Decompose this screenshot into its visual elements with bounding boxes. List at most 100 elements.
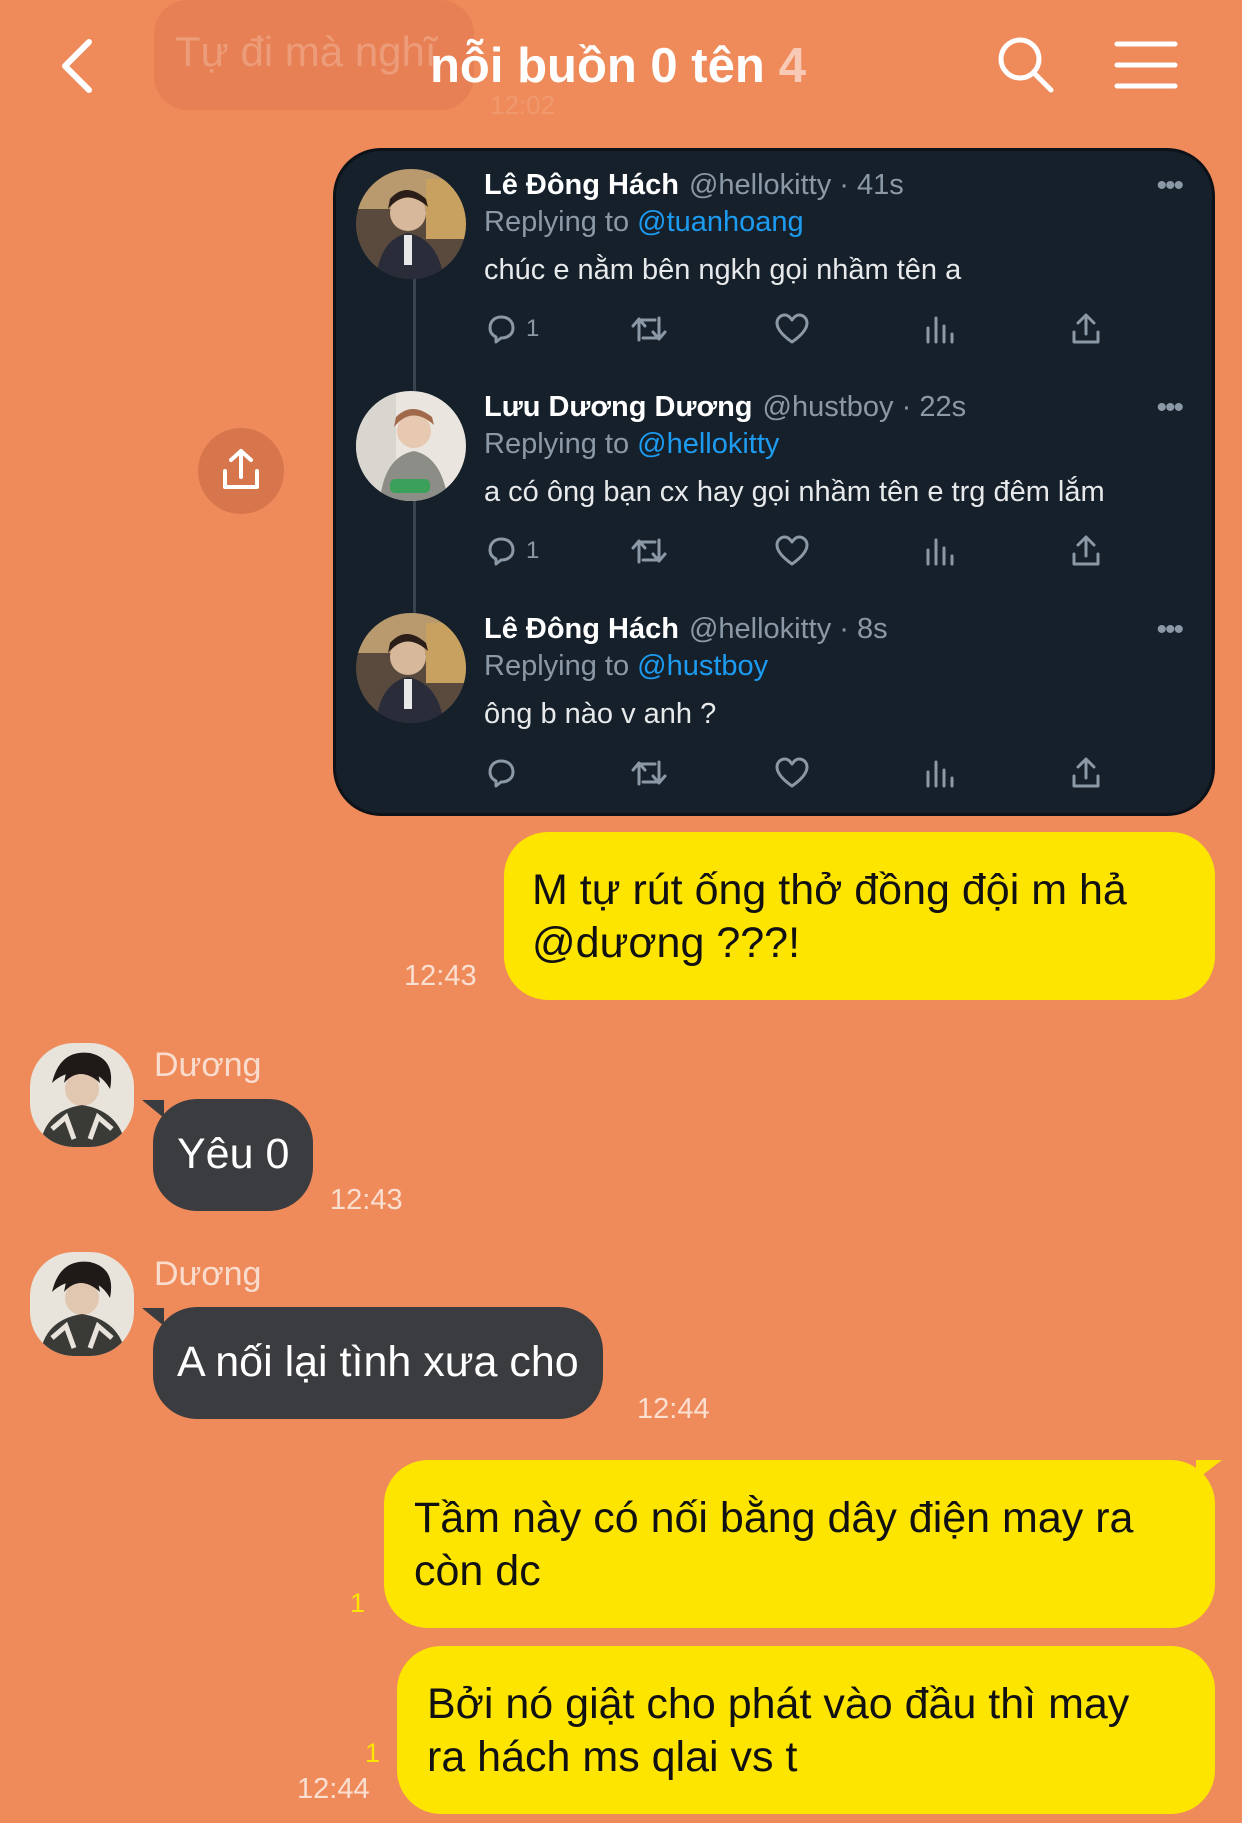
mention-link: @tuanhoang	[637, 206, 804, 238]
analytics-icon	[926, 316, 954, 344]
reply-icon	[488, 759, 515, 788]
tweet-text: chúc e nằm bên ngkh gọi nhầm tên a	[484, 254, 962, 286]
analytics-icon	[926, 538, 954, 566]
message-time: 12:44	[637, 1393, 710, 1425]
message-time: 12:43	[404, 960, 477, 992]
tweet-text: ông b nào v anh ?	[484, 698, 717, 730]
unread-count: 1	[365, 1738, 381, 1768]
tweet-author-name: Lê Đông Hách	[484, 613, 679, 645]
share-action	[1070, 755, 1102, 791]
tweet-screenshot-image[interactable]: Lê Đông Hách @hellokitty · 41s ••• Replyi…	[333, 148, 1215, 816]
replying-to: Replying to @hellokitty	[484, 428, 779, 461]
message-text-line: còn dc	[414, 1547, 541, 1595]
my-message-bubble[interactable]: M tự rút ống thở đồng đội m hả @dương ??…	[504, 832, 1215, 1000]
share-icon	[1072, 313, 1100, 344]
avatar	[356, 169, 466, 279]
chat-title: nỗi buồn 0 tên 4	[430, 38, 806, 94]
replying-label: Replying to	[484, 650, 630, 682]
message-time: 12:43	[330, 1184, 403, 1216]
hamburger-menu-icon	[1114, 41, 1178, 89]
more-icon: •••	[1156, 169, 1183, 202]
tweet: Lê Đông Hách @hellokitty · 8s ••• Replyin…	[336, 595, 1212, 813]
unread-count: 1	[350, 1588, 366, 1618]
tweet-header: Lê Đông Hách @hellokitty · 8s	[484, 613, 888, 646]
search-button[interactable]	[995, 34, 1057, 96]
reply-count: 1	[526, 537, 540, 564]
tweet-handle: @hellokitty · 41s	[688, 169, 904, 201]
message-text-line: Tầm này có nối bằng dây điện may ra	[414, 1494, 1134, 1542]
their-message-bubble[interactable]: Yêu 0	[153, 1099, 314, 1211]
heart-icon	[775, 313, 809, 344]
retweet-icon	[631, 538, 667, 564]
message-text-line: Bởi nó giật cho phát vào đầu thì may	[427, 1680, 1130, 1728]
tweet-actions	[484, 755, 1144, 795]
tweet-handle: @hustboy · 22s	[762, 391, 967, 423]
reply-action: 1	[484, 311, 539, 347]
chat-title-text: nỗi buồn 0 tên	[430, 39, 765, 93]
my-message-bubble[interactable]: Tầm này có nối bằng dây điện may ra còn …	[384, 1460, 1215, 1628]
back-button[interactable]	[55, 36, 105, 96]
share-icon	[1072, 535, 1100, 566]
message-text-line: M tự rút ống thở đồng đội m hả	[532, 866, 1127, 914]
avatar[interactable]	[30, 1252, 134, 1356]
menu-button[interactable]	[1114, 38, 1178, 92]
heart-icon	[775, 535, 809, 566]
reply-icon	[488, 537, 515, 566]
analytics-action	[924, 755, 956, 791]
reply-icon	[488, 315, 515, 344]
replying-label: Replying to	[484, 428, 630, 460]
replying-to: Replying to @hustboy	[484, 650, 768, 683]
tweet-actions: 1	[484, 311, 1144, 351]
tweet-author-name: Lưu Dương Dương	[484, 391, 753, 423]
retweet-icon	[631, 760, 667, 786]
sender-name: Dương	[154, 1255, 262, 1293]
tweet: Lưu Dương Dương @hustboy · 22s ••• Replyi…	[336, 373, 1212, 613]
message-time: 12:44	[297, 1773, 370, 1805]
avatar[interactable]	[30, 1043, 134, 1147]
member-count: 4	[778, 39, 807, 93]
message-text-line: ra hách ms qlai vs t	[427, 1733, 798, 1781]
bubble-tail	[142, 1100, 164, 1118]
replying-label: Replying to	[484, 206, 630, 238]
tweet-actions: 1	[484, 533, 1144, 573]
search-icon	[998, 37, 1054, 93]
reply-action: 1	[484, 533, 539, 569]
tweet-author-name: Lê Đông Hách	[484, 169, 679, 201]
their-message-bubble[interactable]: A nối lại tình xưa cho	[153, 1307, 603, 1419]
avatar	[356, 613, 466, 723]
tweet-text: a có ông bạn cx hay gọi nhầm tên e trg đ…	[484, 476, 1105, 508]
chevron-left-icon	[62, 39, 92, 93]
share-action	[1070, 533, 1102, 569]
tweet-header: Lưu Dương Dương @hustboy · 22s	[484, 391, 966, 424]
retweet-action	[629, 755, 669, 791]
analytics-action	[924, 533, 956, 569]
tweet-header: Lê Đông Hách @hellokitty · 41s	[484, 169, 904, 202]
replying-to: Replying to @tuanhoang	[484, 206, 804, 239]
share-icon	[1072, 757, 1100, 788]
tweet: Lê Đông Hách @hellokitty · 41s ••• Replyi…	[336, 151, 1212, 391]
pinned-notice-text: Tự đi mà nghĩ	[175, 28, 437, 75]
like-action	[774, 533, 810, 569]
avatar	[356, 391, 466, 501]
share-icon	[223, 449, 259, 489]
like-action	[774, 755, 810, 791]
more-icon: •••	[1156, 613, 1183, 646]
more-icon: •••	[1156, 391, 1183, 424]
mention-link: @hellokitty	[637, 428, 780, 460]
share-action	[1070, 311, 1102, 347]
reply-count: 1	[526, 315, 540, 342]
analytics-icon	[926, 760, 954, 788]
analytics-action	[924, 311, 956, 347]
sender-name: Dương	[154, 1046, 262, 1084]
bubble-tail	[142, 1308, 164, 1326]
tweet-handle: @hellokitty · 8s	[688, 613, 888, 645]
retweet-icon	[631, 316, 667, 342]
reply-action	[484, 755, 526, 791]
retweet-action	[629, 533, 669, 569]
heart-icon	[775, 757, 809, 788]
share-button[interactable]	[198, 428, 284, 514]
my-message-bubble[interactable]: Bởi nó giật cho phát vào đầu thì may ra …	[397, 1646, 1215, 1814]
like-action	[774, 311, 810, 347]
retweet-action	[629, 311, 669, 347]
message-text-line: @dương ???!	[532, 919, 801, 967]
